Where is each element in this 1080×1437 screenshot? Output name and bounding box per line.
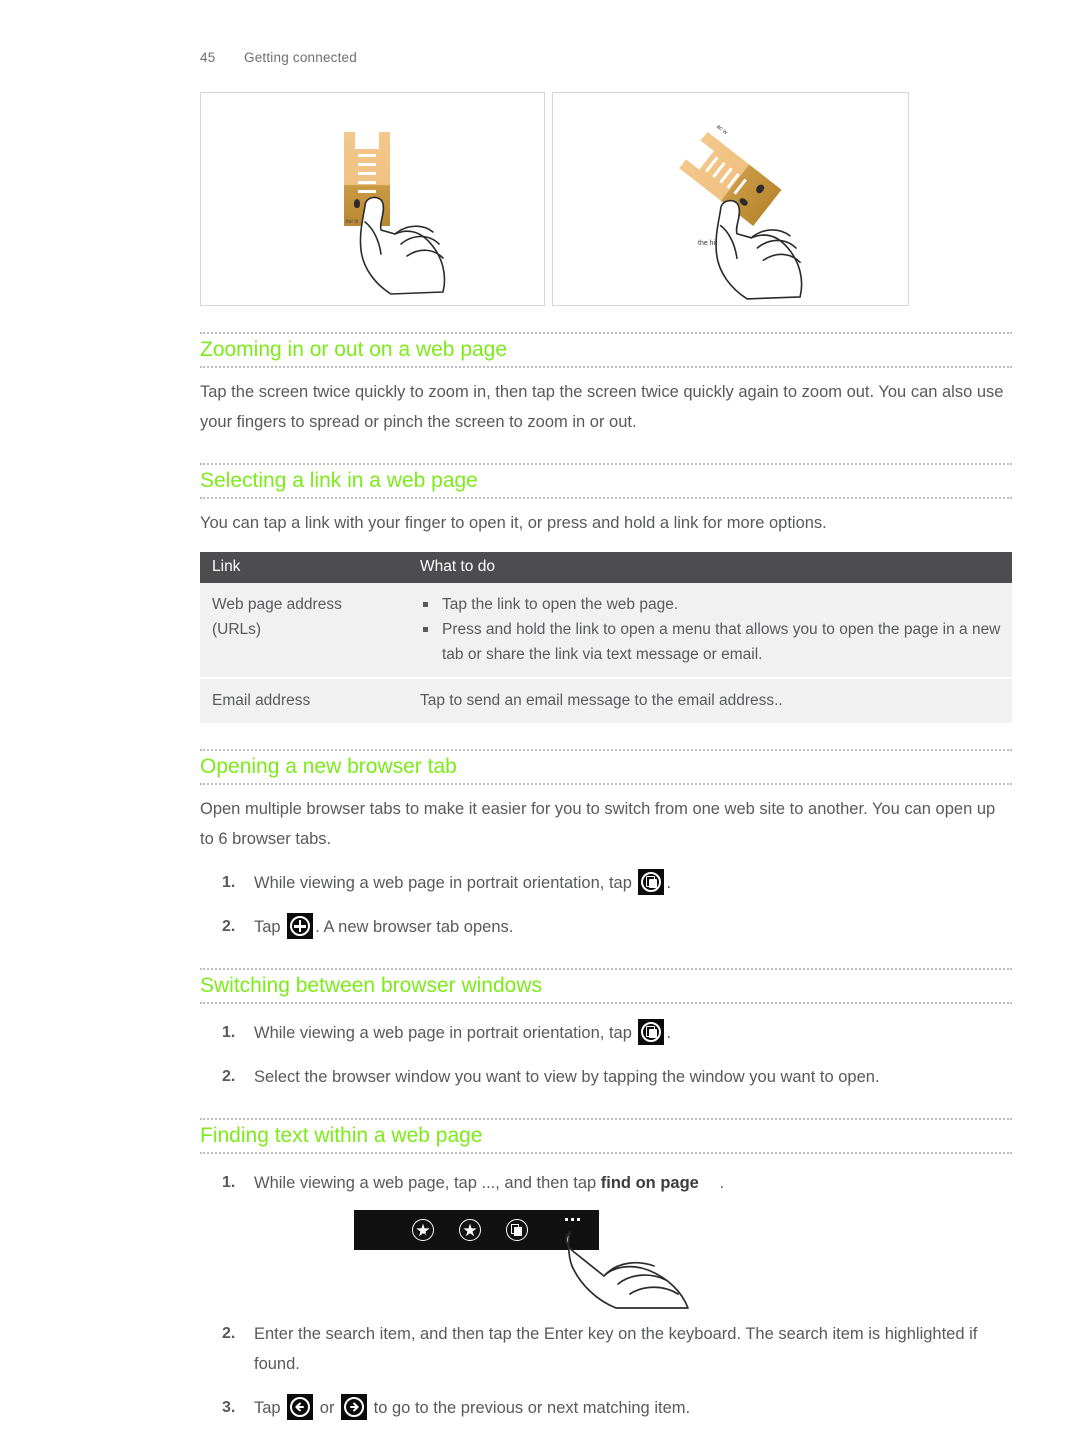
phone-portrait-illustration: the fir xyxy=(344,121,390,226)
step-text-middle: , and then tap xyxy=(495,1174,597,1193)
cell-link-type: Web page address (URLs) xyxy=(200,583,408,679)
column-header-what-to-do: What to do xyxy=(408,552,1012,584)
cell-what-to-do: Tap the link to open the web page. Press… xyxy=(408,583,1012,679)
arrow-right-icon[interactable] xyxy=(341,1394,368,1421)
arrow-left-icon[interactable] xyxy=(287,1394,314,1421)
table-header-row: Link What to do xyxy=(200,552,1012,584)
figure-caption-text: the hi xyxy=(698,240,716,247)
steps-switching-windows: While viewing a web page in portrait ori… xyxy=(200,1018,1012,1092)
step-item: While viewing a web page in portrait ori… xyxy=(200,1018,1012,1048)
step-item: Tap or to go to the previous or next mat… xyxy=(200,1393,1012,1423)
running-header: 45 Getting connected xyxy=(200,50,357,65)
ladder-shape xyxy=(358,145,376,193)
browser-toolbar-figure: + xyxy=(354,1210,784,1310)
section-heading-selecting-link: Selecting a link in a web page xyxy=(200,469,478,493)
pointing-hand-illustration xyxy=(715,199,803,300)
section-divider xyxy=(200,749,1012,752)
section-opening-tab: Opening a new browser tab Open multiple … xyxy=(200,749,1012,942)
chapter-title: Getting connected xyxy=(244,50,357,65)
table-row: Email address Tap to send an email messa… xyxy=(200,677,1012,724)
section-divider xyxy=(200,1118,1012,1121)
column-header-link: Link xyxy=(200,552,408,584)
figure-landscape-tap: ac w the hi xyxy=(552,92,909,306)
phone-landscape-illustration: ac w xyxy=(670,124,782,226)
browser-tabs-icon[interactable] xyxy=(638,1019,665,1046)
section-divider xyxy=(200,332,1012,334)
browser-tabs-icon[interactable] xyxy=(506,1219,528,1242)
list-item: Tap the link to open the web page. xyxy=(420,592,1002,617)
section-heading-finding-text: Finding text within a web page xyxy=(200,1124,483,1148)
content-column: the fir ac w the hi Zooming in or out on… xyxy=(200,92,1012,1437)
step-text-tail: to go to the previous or next matching i… xyxy=(373,1399,691,1418)
browser-tabs-icon[interactable] xyxy=(638,869,665,896)
step-text: While viewing a web page, tap xyxy=(254,1174,477,1193)
section-switching-windows: Switching between browser windows While … xyxy=(200,968,1012,1092)
cell-what-to-do: Tap to send an email message to the emai… xyxy=(408,677,1012,724)
link-type-line1: Web page address xyxy=(212,596,342,614)
step-item: While viewing a web page in portrait ori… xyxy=(200,868,1012,898)
step-item: Enter the search item, and then tap the … xyxy=(222,1319,978,1374)
figure-side-label: ac w xyxy=(714,124,729,137)
section-finding-text: Finding text within a web page While vie… xyxy=(200,1118,1012,1423)
steps-finding-text: While viewing a web page, tap ..., and t… xyxy=(200,1168,1012,1423)
menu-item-find-on-page: find on page xyxy=(600,1174,699,1193)
page-number: 45 xyxy=(200,50,216,65)
figure-spot-a xyxy=(354,199,360,208)
paragraph-opening-tab: Open multiple browser tabs to make it ea… xyxy=(200,800,996,849)
section-selecting-link: Selecting a link in a web page You can t… xyxy=(200,463,1012,724)
section-divider xyxy=(200,968,1012,971)
step-text-tail: . xyxy=(719,1174,725,1193)
step-text-tail: . xyxy=(666,874,672,893)
step-item: Select the browser window you want to vi… xyxy=(222,1062,880,1092)
step-text-middle: or xyxy=(319,1399,335,1418)
figure-row: the fir ac w the hi xyxy=(200,92,1012,306)
step-item: While viewing a web page, tap ..., and t… xyxy=(200,1168,1012,1310)
browser-toolbar: + xyxy=(354,1210,599,1251)
ellipsis-glyph: ... xyxy=(481,1174,496,1193)
step-text: Tap xyxy=(254,1399,281,1418)
step-text: While viewing a web page in portrait ori… xyxy=(254,1024,632,1043)
more-options-ellipsis-icon[interactable] xyxy=(565,1218,580,1222)
table-row: Web page address (URLs) Tap the link to … xyxy=(200,583,1012,679)
link-actions-table: Link What to do Web page address (URLs) … xyxy=(200,552,1012,724)
figure-portrait-tap: the fir xyxy=(200,92,545,306)
paragraph-zooming: Tap the screen twice quickly to zoom in,… xyxy=(200,383,1004,432)
section-heading-zooming: Zooming in or out on a web page xyxy=(200,338,508,361)
section-divider xyxy=(200,463,1012,466)
step-text: Tap xyxy=(254,918,281,937)
section-divider xyxy=(200,1152,1012,1155)
plus-icon[interactable] xyxy=(287,913,314,940)
step-item: Tap . A new browser tab opens. xyxy=(200,912,1012,942)
cell-link-type: Email address xyxy=(200,677,408,724)
section-heading-switching-windows: Switching between browser windows xyxy=(200,974,542,998)
document-page: 45 Getting connected the fir ac w the hi… xyxy=(0,0,1080,1423)
section-divider xyxy=(200,366,1012,369)
step-text-tail: . xyxy=(666,1024,672,1043)
section-divider xyxy=(200,497,1012,500)
section-divider xyxy=(200,783,1012,786)
section-heading-opening-tab: Opening a new browser tab xyxy=(200,755,457,779)
figure-caption-text: the fir xyxy=(346,219,359,225)
steps-opening-tab: While viewing a web page in portrait ori… xyxy=(200,868,1012,942)
list-item: Press and hold the link to open a menu t… xyxy=(420,617,1002,667)
section-divider xyxy=(200,1002,1012,1005)
link-type-line2: (URLs) xyxy=(212,621,262,639)
add-bookmark-star-icon[interactable]: + xyxy=(412,1219,434,1242)
bullet-list: Tap the link to open the web page. Press… xyxy=(420,592,1002,667)
bookmarks-star-icon[interactable] xyxy=(459,1219,481,1242)
figure-spot-b xyxy=(373,205,382,212)
step-text-tail: . A new browser tab opens. xyxy=(315,918,514,937)
paragraph-selecting-link: You can tap a link with your finger to o… xyxy=(200,514,827,533)
section-zooming: Zooming in or out on a web page Tap the … xyxy=(200,332,1012,437)
step-text: While viewing a web page in portrait ori… xyxy=(254,874,632,893)
